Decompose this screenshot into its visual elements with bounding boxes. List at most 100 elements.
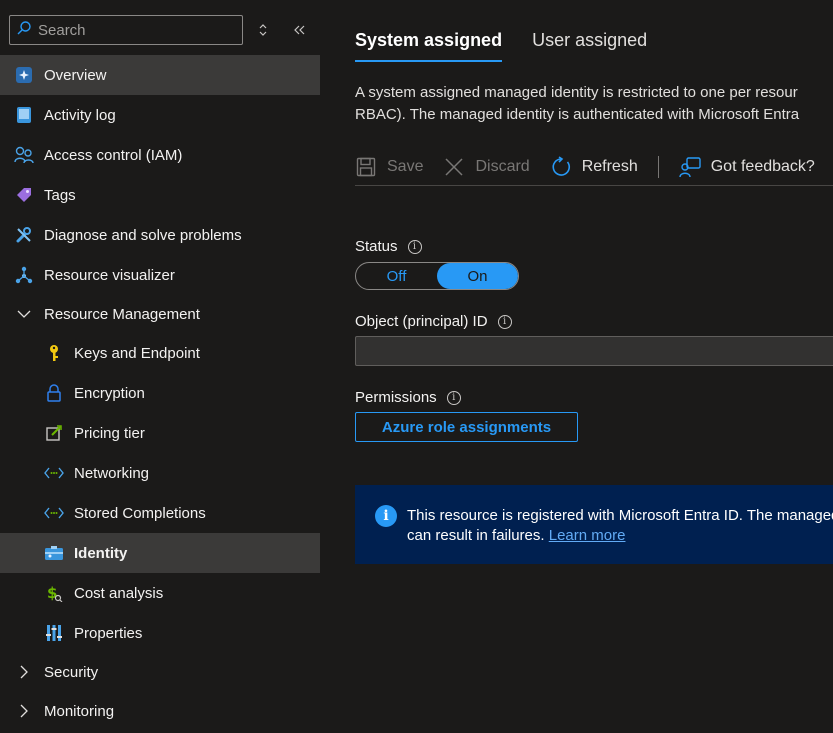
info-banner: i This resource is registered with Micro… (355, 485, 833, 564)
collapse-sidebar-icon[interactable] (287, 15, 313, 45)
sidebar-item-label: Encryption (74, 384, 145, 402)
edit-icon (44, 423, 64, 443)
feedback-icon (679, 156, 701, 178)
toolbar-divider (657, 155, 659, 178)
tab-user-assigned[interactable]: User assigned (532, 30, 647, 60)
sidebar-item-keys-endpoint[interactable]: Keys and Endpoint (0, 333, 320, 373)
permissions-label: Permissions (355, 389, 437, 406)
sidebar-nav: Overview Activity log Access control (IA… (0, 55, 320, 731)
learn-more-link[interactable]: Learn more (549, 527, 626, 544)
tag-icon (14, 185, 34, 205)
identity-icon (44, 543, 64, 563)
feedback-label: Got feedback? (710, 157, 815, 175)
sidebar-item-identity[interactable]: Identity (0, 533, 320, 573)
description-line: A system assigned managed identity is re… (355, 84, 798, 101)
sidebar-group-monitoring[interactable]: Monitoring (0, 691, 320, 731)
search-icon (16, 20, 32, 40)
refresh-icon (550, 155, 572, 178)
sidebar-item-networking[interactable]: Networking (0, 453, 320, 493)
sidebar-item-properties[interactable]: Properties (0, 613, 320, 653)
access-control-icon (14, 145, 34, 165)
sidebar-item-label: Properties (74, 624, 143, 642)
sidebar-item-label: Overview (44, 66, 107, 84)
sidebar-item-overview[interactable]: Overview (0, 55, 320, 95)
info-icon[interactable]: i (407, 239, 422, 254)
refresh-label: Refresh (581, 157, 638, 175)
lock-icon (44, 383, 64, 403)
identity-tabs: System assigned User assigned (355, 30, 677, 62)
sidebar-item-label: Cost analysis (74, 584, 164, 602)
sidebar-group-label: Monitoring (44, 702, 115, 720)
sidebar-item-label: Pricing tier (74, 424, 145, 442)
sidebar-item-encryption[interactable]: Encryption (0, 373, 320, 413)
object-id-label: Object (principal) ID (355, 313, 488, 330)
properties-icon (44, 623, 64, 643)
sidebar-item-stored-completions[interactable]: Stored Completions (0, 493, 320, 533)
sidebar-group-security[interactable]: Security (0, 653, 320, 691)
refresh-button[interactable]: Refresh (550, 151, 638, 183)
permissions-label-row: Permissions i (355, 389, 461, 406)
chevron-down-icon (14, 304, 34, 324)
hierarchy-icon (14, 265, 34, 285)
save-label: Save (387, 157, 424, 175)
search-row: Search (9, 15, 320, 45)
feedback-button[interactable]: Got feedback? (679, 151, 815, 183)
banner-line: This resource is registered with Microso… (407, 507, 833, 524)
description-line: RBAC). The managed identity is authentic… (355, 106, 800, 123)
description: A system assigned managed identity is re… (355, 82, 833, 126)
sidebar-item-tags[interactable]: Tags (0, 175, 320, 215)
key-icon (44, 343, 64, 363)
azure-role-assignments-button[interactable]: Azure role assignments (355, 412, 578, 442)
info-icon[interactable]: i (446, 390, 461, 405)
sidebar-group-label: Resource Management (44, 305, 200, 323)
sidebar-item-label: Networking (74, 464, 150, 482)
chevron-right-icon (14, 662, 34, 682)
info-icon: i (375, 505, 397, 527)
sidebar-group-resource-management[interactable]: Resource Management (0, 295, 320, 333)
save-button[interactable]: Save (355, 151, 423, 183)
sidebar-item-label: Resource visualizer (44, 266, 175, 284)
banner-line-text: can result in failures. (407, 527, 545, 544)
sidebar-group-label: Security (44, 663, 99, 681)
discard-button[interactable]: Discard (443, 151, 530, 183)
dollar-icon: $ (44, 583, 64, 603)
sidebar-item-label: Diagnose and solve problems (44, 226, 242, 244)
info-icon[interactable]: i (497, 314, 512, 329)
sidebar: Search Overview Activity log Access cont… (0, 0, 320, 733)
object-id-field[interactable] (355, 336, 833, 366)
sidebar-item-label: Stored Completions (74, 504, 206, 522)
save-icon (355, 156, 377, 178)
sidebar-item-resource-visualizer[interactable]: Resource visualizer (0, 255, 320, 295)
close-icon (443, 156, 465, 178)
banner-text: This resource is registered with Microso… (407, 506, 833, 564)
wrench-icon (14, 225, 34, 245)
banner-line-2: can result in failures. Learn more (407, 526, 833, 546)
overview-icon (14, 65, 34, 85)
status-toggle[interactable]: Off On (355, 262, 519, 290)
sidebar-item-label: Activity log (44, 106, 116, 124)
command-bar: Save Discard Refresh Got feedback? (355, 148, 833, 186)
main-content: System assigned User assigned A system a… (320, 0, 833, 733)
activity-log-icon (14, 105, 34, 125)
sidebar-item-label: Identity (74, 544, 128, 562)
discard-label: Discard (475, 157, 530, 175)
tab-system-assigned[interactable]: System assigned (355, 30, 503, 62)
sidebar-item-diagnose[interactable]: Diagnose and solve problems (0, 215, 320, 255)
code-arrows-icon (44, 503, 64, 523)
status-off-option[interactable]: Off (356, 263, 437, 289)
sidebar-item-activity-log[interactable]: Activity log (0, 95, 320, 135)
status-label: Status (355, 238, 398, 255)
status-on-option[interactable]: On (437, 263, 518, 289)
sidebar-item-label: Tags (44, 186, 76, 204)
sidebar-item-access-control[interactable]: Access control (IAM) (0, 135, 320, 175)
sidebar-item-pricing-tier[interactable]: Pricing tier (0, 413, 320, 453)
sidebar-item-label: Keys and Endpoint (74, 344, 200, 362)
object-id-label-row: Object (principal) ID i (355, 313, 512, 330)
search-placeholder: Search (38, 21, 86, 39)
sidebar-item-cost-analysis[interactable]: $ Cost analysis (0, 573, 320, 613)
search-input[interactable]: Search (9, 15, 243, 45)
chevron-right-icon (14, 701, 34, 721)
code-arrows-icon (44, 463, 64, 483)
sidebar-item-label: Access control (IAM) (44, 146, 183, 164)
expand-collapse-icon[interactable] (250, 15, 276, 45)
